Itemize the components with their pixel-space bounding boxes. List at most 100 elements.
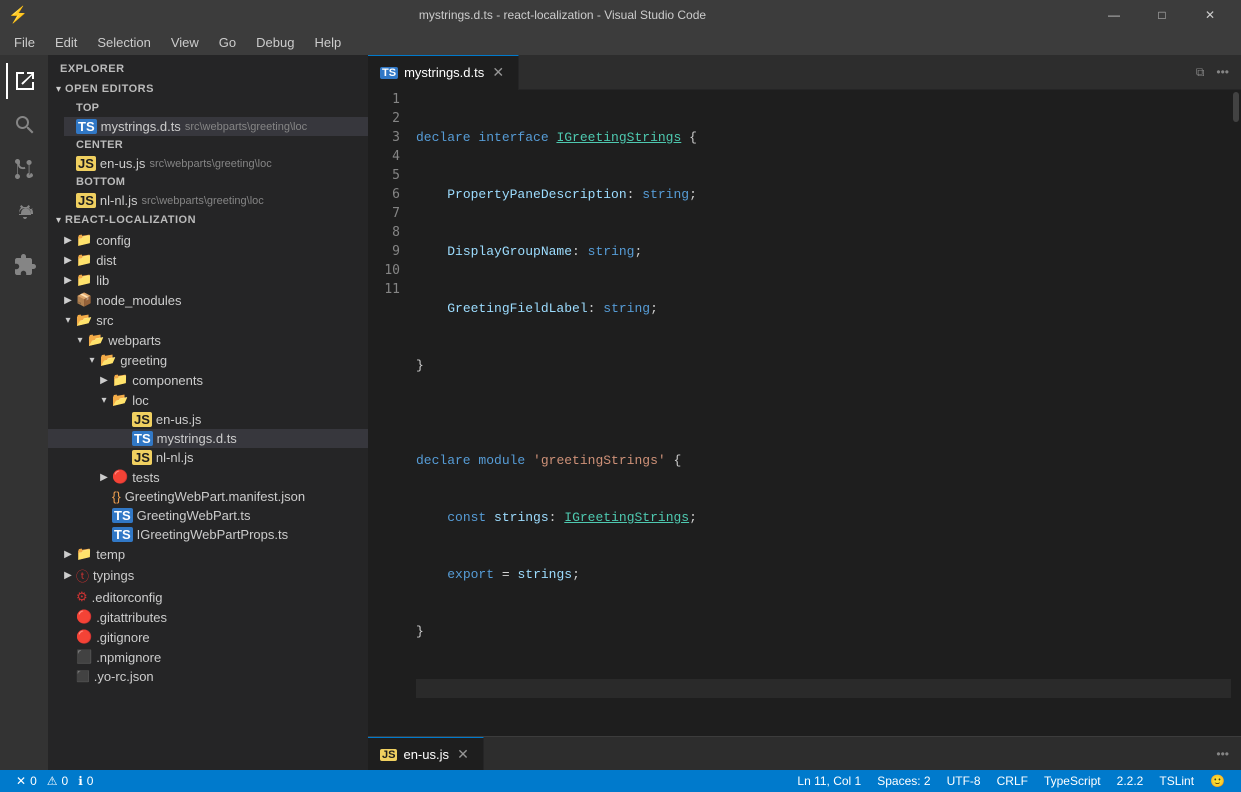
split-editor-icon[interactable]: ⧉: [1192, 61, 1209, 84]
status-language[interactable]: TypeScript: [1036, 774, 1109, 788]
open-editor-en-us[interactable]: JS en-us.js src\webparts\greeting\loc: [64, 154, 368, 173]
folder-config[interactable]: ▶ 📁 config: [48, 230, 368, 250]
file-yo-icon: ⬛: [76, 670, 90, 683]
sidebar: EXPLORER ▾ OPEN EDITORS TOP TS mystrings…: [48, 55, 368, 770]
pane1-code-content: declare interface IGreetingStrings { Pro…: [408, 90, 1231, 736]
folder-temp-icon: 📁: [76, 546, 92, 562]
status-version[interactable]: 2.2.2: [1109, 774, 1152, 788]
search-activity-icon[interactable]: [6, 107, 42, 143]
error-count: 0: [30, 774, 37, 788]
project-section: ▾ REACT-LOCALIZATION ▶ 📁 config ▶ 📁 dist…: [48, 210, 368, 686]
file-npmignore-icon: ⬛: [76, 649, 92, 665]
ts-icon: TS: [76, 119, 97, 134]
file-greeting-webpart[interactable]: TS GreetingWebPart.ts: [48, 506, 368, 525]
status-position[interactable]: Ln 11, Col 1: [789, 774, 869, 788]
folder-tests[interactable]: ▶ 🔴 tests: [48, 467, 368, 487]
bottom-group-label: BOTTOM: [64, 173, 368, 191]
tab-en-us-close[interactable]: ✕: [455, 747, 471, 763]
smiley-icon: 🙂: [1210, 774, 1225, 788]
tab-ts-icon: TS: [380, 67, 398, 79]
status-encoding[interactable]: UTF-8: [939, 774, 989, 788]
folder-typings[interactable]: ▶ ⓣ typings: [48, 564, 368, 587]
folder-greeting[interactable]: ▾ 📂 greeting: [48, 350, 368, 370]
folder-typings-icon: ⓣ: [76, 566, 89, 585]
file-nl-nl-tree[interactable]: JS nl-nl.js: [48, 448, 368, 467]
bottom-group: BOTTOM JS nl-nl.js src\webparts\greeting…: [48, 173, 368, 210]
file-gitignore-icon: 🔴: [76, 629, 92, 645]
file-npmignore[interactable]: ⬛ .npmignore: [48, 647, 368, 667]
error-icon: ✕: [16, 774, 26, 788]
status-tslint[interactable]: TSLint: [1151, 774, 1202, 788]
menu-view[interactable]: View: [161, 33, 209, 52]
pane1-code: 12345 67891011 declare interface IGreeti…: [368, 90, 1241, 736]
file-igreeting-props[interactable]: TS IGreetingWebPartProps.ts: [48, 525, 368, 544]
menu-help[interactable]: Help: [304, 33, 351, 52]
folder-temp[interactable]: ▶ 📁 temp: [48, 544, 368, 564]
folder-lib[interactable]: ▶ 📁 lib: [48, 270, 368, 290]
maximize-button[interactable]: □: [1139, 0, 1185, 30]
folder-components[interactable]: ▶ 📁 components: [48, 370, 368, 390]
open-editors-header[interactable]: ▾ OPEN EDITORS: [48, 79, 368, 99]
file-manifest-icon: {}: [112, 489, 121, 504]
pane2-more-icon[interactable]: •••: [1212, 743, 1233, 765]
title-text: mystrings.d.ts - react-localization - Vi…: [34, 8, 1091, 22]
menu-debug[interactable]: Debug: [246, 33, 304, 52]
status-right: Ln 11, Col 1 Spaces: 2 UTF-8 CRLF TypeSc…: [789, 774, 1233, 788]
project-header[interactable]: ▾ REACT-LOCALIZATION: [48, 210, 368, 230]
js-icon: JS: [76, 156, 96, 171]
center-group-label: CENTER: [64, 136, 368, 154]
extensions-activity-icon[interactable]: [6, 247, 42, 283]
folder-greeting-icon: 📂: [100, 352, 116, 368]
folder-config-icon: 📁: [76, 232, 92, 248]
status-errors[interactable]: ✕ 0 ⚠ 0 ℹ 0: [8, 774, 101, 788]
folder-components-icon: 📁: [112, 372, 128, 388]
file-en-us-icon: JS: [132, 412, 152, 427]
status-left: ✕ 0 ⚠ 0 ℹ 0: [8, 774, 101, 788]
explorer-activity-icon[interactable]: [6, 63, 42, 99]
info-icon: ℹ: [78, 774, 83, 788]
source-control-activity-icon[interactable]: [6, 151, 42, 187]
file-yo-rc[interactable]: ⬛ .yo-rc.json: [48, 667, 368, 686]
open-editor-mystrings[interactable]: TS mystrings.d.ts src\webparts\greeting\…: [64, 117, 368, 136]
menu-edit[interactable]: Edit: [45, 33, 87, 52]
menu-file[interactable]: File: [4, 33, 45, 52]
folder-webparts-icon: 📂: [88, 332, 104, 348]
file-gitattributes[interactable]: 🔴 .gitattributes: [48, 607, 368, 627]
info-count: 0: [87, 774, 94, 788]
project-label: REACT-LOCALIZATION: [65, 214, 196, 226]
menu-selection[interactable]: Selection: [87, 33, 160, 52]
menu-go[interactable]: Go: [209, 33, 246, 52]
folder-dist[interactable]: ▶ 📁 dist: [48, 250, 368, 270]
minimize-button[interactable]: —: [1091, 0, 1137, 30]
explorer-title: EXPLORER: [48, 55, 368, 79]
file-gwp-icon: TS: [112, 508, 133, 523]
folder-node-modules[interactable]: ▶ 📦 node_modules: [48, 290, 368, 310]
warning-count: 0: [62, 774, 69, 788]
file-gitignore[interactable]: 🔴 .gitignore: [48, 627, 368, 647]
folder-webparts[interactable]: ▾ 📂 webparts: [48, 330, 368, 350]
file-mystrings-tree[interactable]: TS mystrings.d.ts: [48, 429, 368, 448]
statusbar: ✕ 0 ⚠ 0 ℹ 0 Ln 11, Col 1 Spaces: 2 UTF-8…: [0, 770, 1241, 792]
folder-src[interactable]: ▾ 📂 src: [48, 310, 368, 330]
titlebar: ⚡ mystrings.d.ts - react-localization - …: [0, 0, 1241, 30]
status-eol[interactable]: CRLF: [989, 774, 1036, 788]
tab-mystrings[interactable]: TS mystrings.d.ts ✕: [368, 55, 519, 90]
pane1-actions: ⧉ •••: [1192, 61, 1241, 84]
tab-mystrings-close[interactable]: ✕: [490, 65, 506, 81]
status-smiley[interactable]: 🙂: [1202, 774, 1233, 788]
menubar: File Edit Selection View Go Debug Help: [0, 30, 1241, 55]
close-button[interactable]: ✕: [1187, 0, 1233, 30]
file-manifest[interactable]: {} GreetingWebPart.manifest.json: [48, 487, 368, 506]
status-spaces[interactable]: Spaces: 2: [869, 774, 938, 788]
file-editorconfig[interactable]: ⚙ .editorconfig: [48, 587, 368, 607]
open-editor-nl-nl[interactable]: JS nl-nl.js src\webparts\greeting\loc: [64, 191, 368, 210]
pane1-scrollbar[interactable]: [1231, 90, 1241, 736]
tab-mystrings-label: mystrings.d.ts: [404, 65, 484, 80]
folder-loc[interactable]: ▾ 📂 loc: [48, 390, 368, 410]
open-editors-section: ▾ OPEN EDITORS TOP TS mystrings.d.ts src…: [48, 79, 368, 210]
file-en-us-tree[interactable]: JS en-us.js: [48, 410, 368, 429]
debug-activity-icon[interactable]: [6, 195, 42, 231]
more-actions-icon[interactable]: •••: [1212, 61, 1233, 84]
tab-en-us[interactable]: JS en-us.js ✕: [368, 737, 484, 771]
folder-dist-icon: 📁: [76, 252, 92, 268]
